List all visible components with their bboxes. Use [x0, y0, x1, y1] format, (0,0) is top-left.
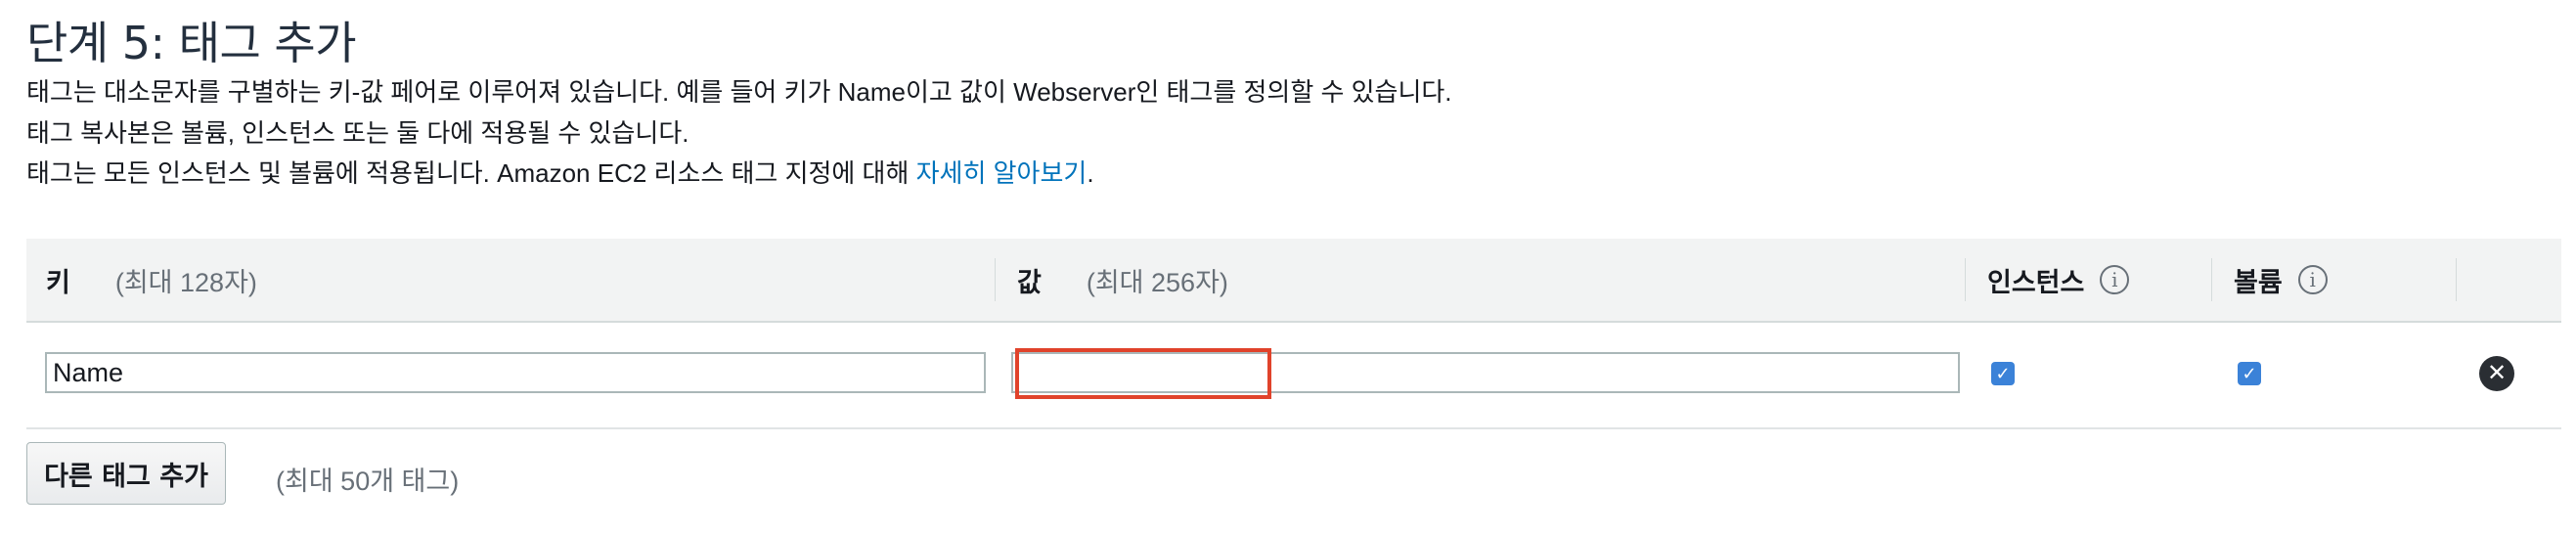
- column-header-instances: 인스턴스 i: [1987, 239, 2130, 321]
- description-line-2: 태그 복사본은 볼륨, 인스턴스 또는 둘 다에 적용될 수 있습니다.: [26, 118, 689, 148]
- description-line-1: 태그는 대소문자를 구별하는 키-값 페어로 이루어져 있습니다. 예를 들어 …: [26, 77, 1452, 107]
- tag-key-input[interactable]: [45, 352, 986, 393]
- check-icon: ✓: [2242, 364, 2257, 383]
- instances-header-label: 인스턴스: [1987, 267, 2085, 297]
- page-title: 단계 5: 태그 추가: [26, 17, 357, 69]
- info-icon[interactable]: i: [2100, 265, 2130, 294]
- key-header-hint: (최대 128자): [114, 267, 257, 297]
- column-divider: [995, 258, 996, 301]
- column-header-value: 값 (최대 256자): [1017, 239, 1228, 321]
- add-tags-page: 단계 5: 태그 추가 태그는 대소문자를 구별하는 키-값 페어로 이루어져 …: [0, 0, 2576, 534]
- description-line-3-period: .: [1087, 158, 1094, 188]
- learn-more-link[interactable]: 자세히 알아보기: [916, 158, 1088, 188]
- column-divider: [1965, 258, 1966, 301]
- description-line-3: 태그는 모든 인스턴스 및 볼륨에 적용됩니다. Amazon EC2 리소스 …: [26, 154, 1094, 190]
- info-icon[interactable]: i: [2297, 265, 2328, 294]
- value-input-highlight: [1015, 348, 1271, 399]
- column-header-volumes: 볼륨 i: [2234, 239, 2328, 321]
- instances-checkbox[interactable]: ✓: [1991, 362, 2015, 385]
- volumes-header-label: 볼륨: [2234, 267, 2283, 297]
- volumes-checkbox[interactable]: ✓: [2238, 362, 2261, 385]
- tag-limit-hint: (최대 50개 태그): [276, 467, 460, 496]
- value-header-hint: (최대 256자): [1086, 267, 1228, 297]
- column-divider: [2211, 258, 2212, 301]
- add-another-tag-button[interactable]: 다른 태그 추가: [26, 442, 226, 505]
- column-divider: [2456, 258, 2457, 301]
- value-header-label: 값: [1017, 267, 1042, 297]
- close-circle-icon[interactable]: ✕: [2479, 356, 2514, 391]
- check-icon: ✓: [1995, 364, 2011, 383]
- column-header-key: 키 (최대 128자): [46, 239, 257, 321]
- description-line-3-text: 태그는 모든 인스턴스 및 볼륨에 적용됩니다. Amazon EC2 리소스 …: [26, 158, 916, 188]
- tags-table-header: 키 (최대 128자) 값 (최대 256자) 인스턴스 i 볼륨 i: [26, 239, 2561, 323]
- key-header-label: 키: [46, 267, 70, 297]
